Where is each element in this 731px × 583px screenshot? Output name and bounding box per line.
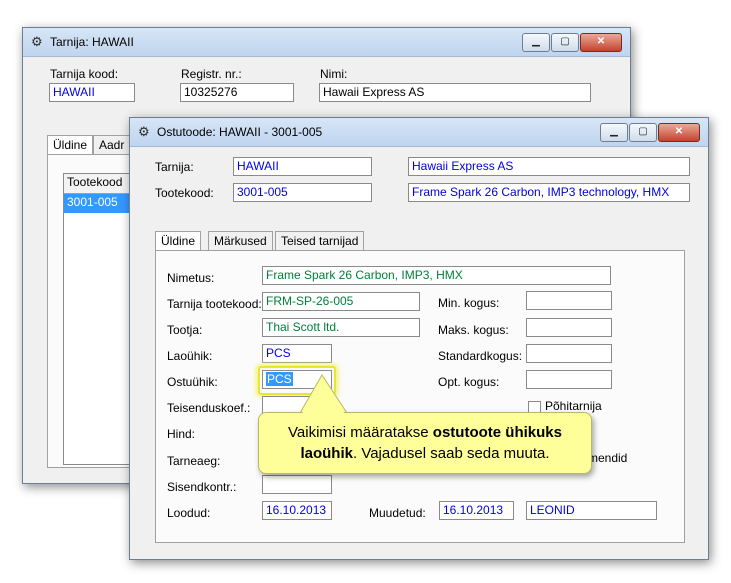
list-item[interactable]: 3001-005 — [64, 194, 134, 213]
list-header[interactable]: Tootekood — [64, 174, 134, 194]
callout-bold-1: ostutoote ühikuks — [432, 424, 562, 441]
callout-text-2: . Vajadusel saab seda muuta. — [352, 445, 550, 462]
input-control-label: Sisendkontr.: — [167, 480, 237, 494]
close-button[interactable]: ✕ — [658, 123, 700, 142]
product-code-label: Tootekood: — [155, 186, 214, 200]
main-supplier-label: Põhitarnija — [545, 399, 602, 413]
purchase-product-window: ⚙ Ostutoode: HAWAII - 3001-005 ▁ ▢ ✕ Tar… — [129, 117, 709, 560]
standard-qty-label: Standardkogus: — [438, 349, 523, 363]
input-control-field[interactable] — [262, 475, 332, 494]
purchase-window-title: Ostutoode: HAWAII - 3001-005 — [157, 125, 323, 139]
callout-bold-2: laoühik — [300, 445, 353, 462]
supplier-product-code-field[interactable]: FRM-SP-26-005 — [262, 292, 420, 311]
name-field[interactable]: Frame Spark 26 Carbon, IMP3, HMX — [262, 266, 611, 285]
tab-address[interactable]: Aadr — [93, 135, 133, 154]
modified-label: Muudetud: — [369, 506, 426, 520]
stock-unit-label: Laoühik: — [167, 349, 213, 363]
conversion-label: Teisenduskoef.: — [167, 401, 251, 415]
app-icon: ⚙ — [31, 34, 43, 49]
product-desc-field[interactable]: Frame Spark 26 Carbon, IMP3 technology, … — [408, 183, 690, 202]
tab-other-suppliers[interactable]: Teised tarnijad — [275, 231, 365, 250]
price-label: Hind: — [167, 427, 196, 441]
manufacturer-field[interactable]: Thai Scott ltd. — [262, 318, 420, 337]
created-field[interactable]: 16.10.2013 — [262, 501, 332, 520]
purchase-unit-value: PCS — [266, 372, 293, 386]
close-button[interactable]: ✕ — [580, 33, 622, 52]
name-label: Nimetus: — [167, 271, 215, 285]
supplier-code-label: Tarnija kood: — [50, 67, 119, 81]
callout-tooltip: Vaikimisi määratakse ostutoote ühikuks l… — [258, 412, 592, 474]
supplier-label: Tarnija: — [155, 160, 194, 174]
supplier-product-code-label: Tarnija tootekood: — [167, 297, 262, 311]
manufacturer-label: Tootja: — [167, 323, 203, 337]
created-label: Loodud: — [167, 506, 211, 520]
supplier-window-title: Tarnija: HAWAII — [50, 35, 134, 49]
minimize-button[interactable]: ▁ — [522, 33, 550, 52]
supplier-name-field[interactable]: Hawaii Express AS — [408, 157, 690, 176]
name-label: Nimi: — [320, 67, 348, 81]
supplier-code-field[interactable]: HAWAII — [49, 83, 135, 102]
maximize-button[interactable]: ▢ — [629, 123, 657, 142]
product-list[interactable]: Tootekood 3001-005 — [63, 173, 135, 465]
opt-qty-label: Opt. kogus: — [438, 375, 500, 389]
app-icon: ⚙ — [138, 124, 150, 139]
opt-qty-field[interactable] — [526, 370, 612, 389]
supplier-window-titlebar[interactable]: ⚙ Tarnija: HAWAII ▁ ▢ ✕ — [23, 28, 630, 57]
max-qty-field[interactable] — [526, 318, 612, 337]
maximize-button[interactable]: ▢ — [551, 33, 579, 52]
modified-field[interactable]: 16.10.2013 — [439, 501, 514, 520]
reg-field[interactable]: 10325276 — [180, 83, 294, 102]
stock-unit-field[interactable]: PCS — [262, 344, 332, 363]
min-qty-field[interactable] — [526, 291, 612, 310]
product-code-field[interactable]: 3001-005 — [233, 183, 372, 202]
purchase-window-titlebar[interactable]: ⚙ Ostutoode: HAWAII - 3001-005 ▁ ▢ ✕ — [130, 118, 708, 147]
min-qty-label: Min. kogus: — [438, 296, 500, 310]
tab-notes[interactable]: Märkused — [208, 231, 273, 250]
lead-time-label: Tarneaeg: — [167, 454, 221, 468]
callout-text-1: Vaikimisi määratakse — [288, 424, 433, 441]
minimize-button[interactable]: ▁ — [600, 123, 628, 142]
modified-by-field[interactable]: LEONID — [526, 501, 657, 520]
name-field[interactable]: Hawaii Express AS — [319, 83, 591, 102]
recommend-label-partial: mendid — [588, 451, 628, 465]
reg-label: Registr. nr.: — [181, 67, 242, 81]
standard-qty-field[interactable] — [526, 344, 612, 363]
purchase-unit-label: Ostuühik: — [167, 375, 218, 389]
purchase-unit-field[interactable]: PCS — [262, 370, 332, 389]
supplier-code-field[interactable]: HAWAII — [233, 157, 372, 176]
max-qty-label: Maks. kogus: — [438, 323, 509, 337]
